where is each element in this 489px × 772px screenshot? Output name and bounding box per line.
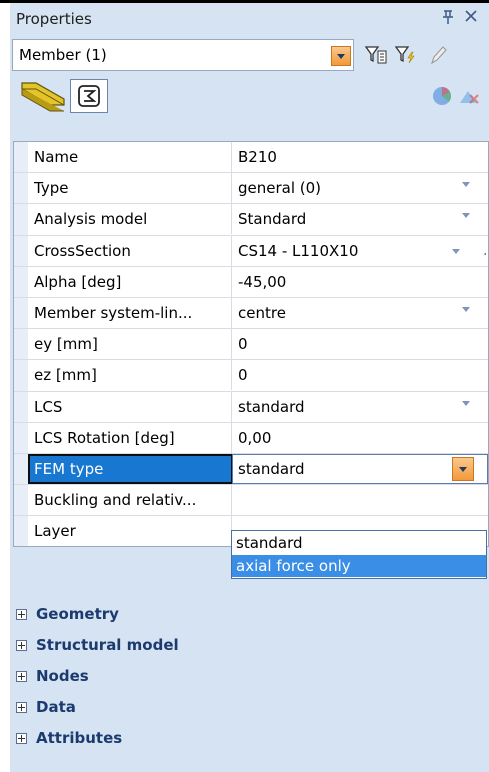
property-value[interactable]: 0 <box>238 360 443 390</box>
chevron-down-icon[interactable] <box>462 306 470 312</box>
dropdown-option-standard[interactable]: standard <box>232 532 486 554</box>
column-divider <box>231 204 232 235</box>
property-row-buckling[interactable]: Buckling and relativ... <box>14 485 488 517</box>
panel-title: Properties <box>16 10 92 28</box>
column-divider <box>231 485 232 516</box>
category-label: Data <box>36 698 76 716</box>
column-divider <box>231 360 232 391</box>
cross-section-icon[interactable] <box>70 79 108 113</box>
category-attributes[interactable]: Attributes <box>13 723 487 754</box>
property-label: Name <box>34 148 79 166</box>
property-label: Type <box>34 179 69 198</box>
expand-icon[interactable] <box>16 640 27 651</box>
column-divider <box>231 142 232 172</box>
column-divider <box>231 329 232 360</box>
property-row-type[interactable]: Type general (0) <box>14 173 488 205</box>
chevron-down-icon[interactable] <box>462 182 470 188</box>
property-row-lcs[interactable]: LCS standard <box>14 391 488 423</box>
column-divider <box>231 391 232 422</box>
property-value[interactable]: general (0) <box>238 173 443 203</box>
property-label: Analysis model <box>34 210 148 229</box>
chevron-down-icon[interactable] <box>331 46 351 66</box>
property-categories: Geometry Structural model Nodes Data Att… <box>13 599 487 754</box>
expand-icon[interactable] <box>16 609 27 620</box>
property-label: ey [mm] <box>34 335 98 354</box>
property-row-alpha[interactable]: Alpha [deg] -45,00 <box>14 266 488 298</box>
property-value[interactable]: standard <box>238 454 443 484</box>
column-divider <box>231 422 232 453</box>
chevron-down-icon[interactable] <box>462 400 470 406</box>
category-structural-model[interactable]: Structural model <box>13 630 487 661</box>
chevron-down-icon[interactable] <box>452 456 474 481</box>
member-selector-value: Member (1) <box>19 46 107 64</box>
property-grid: Name B210 Type general (0) Analysis mode… <box>13 141 489 548</box>
properties-panel: Properties Member (1) Name B210 Type gen… <box>10 3 489 772</box>
column-divider <box>231 297 232 328</box>
ellipsis-button[interactable]: ... <box>483 236 489 266</box>
property-row-analysis-model[interactable]: Analysis model Standard <box>14 204 488 236</box>
property-value[interactable]: Standard <box>238 204 443 234</box>
property-label: FEM type <box>28 453 233 484</box>
category-label: Geometry <box>36 605 119 623</box>
property-label: LCS Rotation [deg] <box>34 428 175 447</box>
pie-chart-icon[interactable] <box>430 85 454 107</box>
property-label: Layer <box>34 522 76 541</box>
category-data[interactable]: Data <box>13 692 487 723</box>
property-value[interactable]: CS14 - L110X10 <box>238 236 443 266</box>
fem-type-dropdown-list: standard axial force only <box>231 530 487 579</box>
property-value[interactable] <box>238 485 443 515</box>
category-label: Structural model <box>36 636 179 654</box>
column-divider <box>231 173 232 204</box>
property-label: Member system-lin... <box>34 303 193 322</box>
expand-icon[interactable] <box>16 702 27 713</box>
dropdown-option-axial-force-only[interactable]: axial force only <box>232 555 486 577</box>
property-row-ey[interactable]: ey [mm] 0 <box>14 329 488 361</box>
pencil-icon[interactable] <box>426 43 450 67</box>
pin-icon[interactable] <box>439 9 457 29</box>
filter-select-icon[interactable] <box>364 43 388 67</box>
member-selector-row: Member (1) <box>12 39 487 71</box>
filter-lightning-icon[interactable] <box>394 43 418 67</box>
category-nodes[interactable]: Nodes <box>13 661 487 692</box>
category-label: Nodes <box>36 667 89 685</box>
property-value[interactable]: -45,00 <box>238 267 443 297</box>
property-row-name[interactable]: Name B210 <box>14 142 488 174</box>
property-row-member-system-line[interactable]: Member system-lin... centre <box>14 297 488 330</box>
toolbar-icon-row <box>12 73 487 117</box>
expand-icon[interactable] <box>16 733 27 744</box>
category-geometry[interactable]: Geometry <box>13 599 487 630</box>
member-beam-icon[interactable] <box>18 79 68 113</box>
property-label: Buckling and relativ... <box>34 491 197 510</box>
panel-titlebar: Properties <box>10 3 489 37</box>
close-icon[interactable] <box>462 8 480 28</box>
property-value[interactable]: centre <box>238 298 443 328</box>
member-selector[interactable]: Member (1) <box>12 39 354 71</box>
property-label: LCS <box>34 397 63 416</box>
chevron-down-icon[interactable] <box>452 248 460 254</box>
column-divider <box>231 266 232 297</box>
clear-icon[interactable] <box>458 85 482 107</box>
property-row-cross-section[interactable]: CrossSection CS14 - L110X10 ... <box>14 235 489 267</box>
property-value[interactable]: 0,00 <box>238 423 443 453</box>
property-row-lcs-rotation[interactable]: LCS Rotation [deg] 0,00 <box>14 422 488 454</box>
property-value[interactable]: B210 <box>238 142 443 172</box>
property-row-fem-type[interactable]: FEM type standard <box>14 453 488 486</box>
property-row-ez[interactable]: ez [mm] 0 <box>14 360 488 392</box>
property-value[interactable]: 0 <box>238 329 443 359</box>
property-label: Alpha [deg] <box>34 272 122 291</box>
property-label: CrossSection <box>34 241 131 260</box>
property-value[interactable]: standard <box>238 392 443 422</box>
chevron-down-icon[interactable] <box>462 213 470 219</box>
column-divider <box>231 235 232 266</box>
expand-icon[interactable] <box>16 671 27 682</box>
category-label: Attributes <box>36 729 123 747</box>
property-label: ez [mm] <box>34 366 97 385</box>
